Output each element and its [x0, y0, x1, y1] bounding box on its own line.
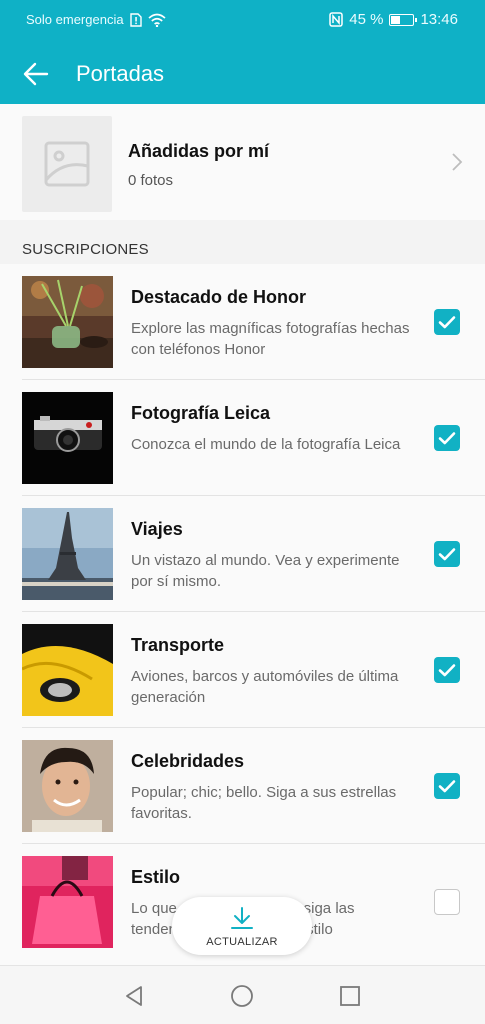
status-right: 45 % 13:46 [329, 11, 458, 28]
carrier-text: Solo emergencia [26, 12, 124, 27]
subscription-desc: Popular; chic; bello. Siga a sus estrell… [131, 784, 397, 822]
subscription-title: Estilo [131, 867, 181, 887]
system-nav-bar [0, 965, 485, 1024]
subscription-checkbox[interactable] [434, 309, 460, 335]
nav-recents-button[interactable] [336, 982, 364, 1010]
list-item[interactable]: Transporte Aviones, barcos y automóviles… [0, 612, 485, 728]
wifi-icon [148, 13, 166, 27]
subscription-thumbnail-travel [22, 508, 113, 600]
checkmark-icon [438, 780, 456, 793]
recents-square-icon [340, 986, 360, 1006]
status-bar: Solo emergencia 45 % 13:46 [0, 0, 485, 42]
subscription-thumbnail-honor [22, 276, 113, 368]
added-by-me-item[interactable]: Añadidas por mí 0 fotos [0, 104, 485, 220]
added-by-me-count: 0 fotos [128, 172, 174, 189]
subscription-title: Fotografía Leica [131, 403, 271, 423]
chevron-right-icon [452, 153, 463, 171]
battery-fill [391, 15, 401, 24]
status-left: Solo emergencia [26, 12, 166, 27]
battery-percent: 45 % [349, 11, 384, 28]
clock: 13:46 [420, 11, 458, 28]
subscription-checkbox[interactable] [434, 541, 460, 567]
subscription-checkbox[interactable] [434, 773, 460, 799]
subscription-thumbnail-celebrities [22, 740, 113, 832]
checkmark-icon [438, 664, 456, 677]
placeholder-thumbnail [22, 116, 112, 212]
update-button[interactable]: ACTUALIZAR [172, 897, 312, 955]
section-header: SUSCRIPCIONES [22, 241, 149, 258]
update-button-label: ACTUALIZAR [206, 936, 278, 948]
checkmark-icon [438, 316, 456, 329]
subscription-checkbox[interactable] [434, 657, 460, 683]
arrow-left-icon [23, 62, 49, 86]
checkmark-icon [438, 432, 456, 445]
subscription-checkbox[interactable] [434, 425, 460, 451]
subscription-desc: Explore las magníficas fotografías hecha… [131, 320, 410, 358]
list-item[interactable]: Celebridades Popular; chic; bello. Siga … [0, 728, 485, 844]
home-circle-icon [231, 985, 253, 1007]
subscription-title: Celebridades [131, 751, 245, 771]
subscription-desc: Conozca el mundo de la fotografía Leica [131, 436, 401, 453]
battery-icon [389, 13, 418, 26]
nfc-icon [329, 12, 343, 27]
sim-alert-icon [129, 12, 142, 27]
download-icon [231, 907, 253, 929]
app-bar: Portadas [0, 42, 485, 104]
subscription-title: Viajes [131, 519, 183, 539]
subscription-desc: Aviones, barcos y automóviles de última … [131, 668, 399, 706]
subscription-checkbox[interactable] [434, 889, 460, 915]
back-triangle-icon [126, 986, 142, 1006]
page-title: Portadas [76, 61, 165, 86]
back-button[interactable] [18, 56, 54, 92]
checkmark-icon [438, 548, 456, 561]
subscription-thumbnail-leica [22, 392, 113, 484]
subscription-title: Transporte [131, 635, 225, 655]
subscription-title: Destacado de Honor [131, 287, 307, 307]
list-item[interactable]: Destacado de Honor Explore las magnífica… [0, 264, 485, 380]
subscription-desc: Un vistazo al mundo. Vea y experimente p… [131, 552, 400, 590]
list-item[interactable]: Fotografía Leica Conozca el mundo de la … [0, 380, 485, 496]
subscriptions-list: Destacado de Honor Explore las magnífica… [0, 264, 485, 965]
nav-back-button[interactable] [120, 982, 148, 1010]
list-item[interactable]: Viajes Un vistazo al mundo. Vea y experi… [0, 496, 485, 612]
subscription-thumbnail-style [22, 856, 113, 948]
subscription-thumbnail-transport [22, 624, 113, 716]
image-placeholder-icon [44, 141, 90, 187]
nav-home-button[interactable] [228, 982, 256, 1010]
added-by-me-title: Añadidas por mí [128, 141, 270, 161]
